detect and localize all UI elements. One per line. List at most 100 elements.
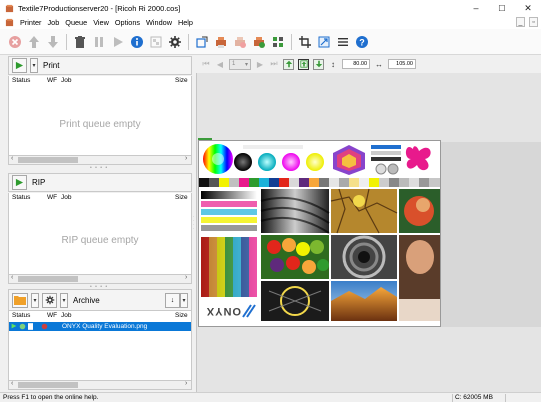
fit-to-page-icon[interactable] (283, 58, 294, 70)
chevron-down-icon[interactable]: ▾ (180, 292, 188, 308)
scroll-left-icon[interactable]: ‹ (11, 155, 13, 162)
width-field[interactable]: 105.00 (388, 59, 416, 69)
table-row[interactable]: ONYX Quality Evaluation.png (9, 322, 191, 331)
printer-icon[interactable] (214, 35, 228, 49)
pause-icon[interactable] (92, 35, 106, 49)
tile-icon[interactable] (149, 35, 163, 49)
height-field[interactable]: 80.00 (342, 59, 370, 69)
scroll-right-icon[interactable]: › (185, 274, 187, 281)
menu-job[interactable]: Job (45, 16, 63, 29)
rip-status-icon (19, 323, 26, 332)
archive-horizontal-scrollbar[interactable]: ‹ › (8, 380, 192, 390)
printer-cancel-icon[interactable] (233, 35, 247, 49)
info-icon[interactable] (130, 35, 144, 49)
sort-label: ↓ (170, 296, 175, 304)
menu-view[interactable]: View (90, 16, 112, 29)
menu-help[interactable]: Help (175, 16, 196, 29)
column-status[interactable]: Status (12, 194, 30, 201)
memory-indicator: C: 62005 MB (455, 394, 493, 401)
first-page-icon[interactable]: ⏮ (201, 59, 211, 69)
previous-page-icon[interactable]: ◀ (215, 59, 225, 69)
scrollbar-thumb[interactable] (18, 276, 78, 282)
next-page-icon[interactable]: ▶ (255, 59, 265, 69)
rip-start-button[interactable] (12, 175, 27, 190)
rip-queue-list[interactable]: RIP queue empty (8, 204, 192, 274)
column-job[interactable]: Job (61, 312, 71, 319)
delete-icon[interactable] (73, 35, 87, 49)
folder-icon[interactable] (12, 292, 28, 308)
page-select[interactable]: 1 ▾ (229, 58, 251, 70)
chevron-down-icon[interactable]: ▾ (30, 58, 38, 73)
print-queue-list[interactable]: Print queue empty (8, 87, 192, 155)
resize-icon[interactable] (317, 35, 331, 49)
mdi-restore-button[interactable]: ▫ (529, 17, 538, 27)
page-value: 1 (232, 61, 236, 67)
column-wf[interactable]: WF (47, 312, 57, 319)
rip-queue-empty-message: RIP queue empty (61, 235, 139, 246)
scroll-left-icon[interactable]: ‹ (11, 274, 13, 281)
vertical-splitter-grip[interactable]: · · · · (193, 215, 195, 235)
column-status[interactable]: Status (12, 77, 30, 84)
column-size[interactable]: Size (175, 194, 188, 201)
column-wf[interactable]: WF (47, 77, 57, 84)
menu-window[interactable]: Window (143, 16, 175, 29)
print-panel-title: Print (43, 61, 60, 70)
menu-options[interactable]: Options (112, 16, 143, 29)
print-panel-header: ▾ Print (8, 56, 192, 75)
crop-tool-icon[interactable] (298, 35, 312, 49)
column-status[interactable]: Status (12, 312, 30, 319)
column-job[interactable]: Job (61, 194, 71, 201)
scrollbar-thumb[interactable] (18, 382, 78, 388)
settings-icon[interactable] (168, 35, 182, 49)
cancel-icon[interactable] (8, 35, 22, 49)
job-preview-image[interactable]: ONYX (198, 140, 441, 327)
sort-icon[interactable]: ↓ (165, 292, 180, 308)
move-down-icon[interactable] (46, 35, 60, 49)
archive-panel-header: ▾ ▾ Archive ↓ ▾ (8, 289, 192, 311)
maximize-button[interactable]: ☐ (489, 0, 515, 16)
column-size[interactable]: Size (175, 77, 188, 84)
crop-icon[interactable] (195, 35, 209, 49)
column-job[interactable]: Job (61, 77, 71, 84)
print-start-button[interactable] (12, 58, 27, 73)
scroll-left-icon[interactable]: ‹ (11, 380, 13, 387)
column-size[interactable]: Size (175, 312, 188, 319)
archive-panel-title: Archive (73, 295, 100, 305)
test-chart-graphic: ONYX (199, 141, 440, 321)
svg-text:?: ? (359, 37, 365, 47)
preview-zoom-icon[interactable] (298, 58, 309, 70)
file-icon (28, 323, 33, 332)
archive-column-header: Status WF Job Size (8, 311, 192, 322)
column-wf[interactable]: WF (47, 194, 57, 201)
help-icon[interactable]: ? (355, 35, 369, 49)
chevron-down-icon[interactable]: ▾ (60, 292, 68, 308)
height-icon: ↕ (331, 59, 335, 69)
chevron-down-icon[interactable]: ▾ (31, 292, 39, 308)
move-up-icon[interactable] (27, 35, 41, 49)
pattern-icon[interactable] (271, 35, 285, 49)
rip-horizontal-scrollbar[interactable]: ‹ › (8, 274, 192, 284)
fit-width-icon[interactable] (313, 58, 324, 70)
rip-panel-title: RIP (32, 178, 46, 187)
menu-queue[interactable]: Queue (62, 16, 90, 29)
menu-printer[interactable]: Printer (17, 16, 45, 29)
rip-column-header: Status WF Job Size (8, 193, 192, 204)
chevron-down-icon: ▾ (244, 61, 248, 68)
scroll-right-icon[interactable]: › (185, 155, 187, 162)
print-horizontal-scrollbar[interactable]: ‹ › (8, 155, 192, 165)
close-button[interactable]: ✕ (515, 0, 541, 16)
scroll-right-icon[interactable]: › (185, 380, 187, 387)
title-bar: Textile7Productionserver20 - [Ricoh Ri 2… (0, 0, 541, 16)
mdi-minimize-button[interactable]: _ (516, 17, 525, 27)
scrollbar-thumb[interactable] (18, 157, 78, 163)
printer-settings-icon[interactable] (252, 35, 266, 49)
app-icon (5, 4, 14, 12)
list-icon[interactable] (336, 35, 350, 49)
toolbar-separator (291, 33, 292, 50)
archive-settings-icon[interactable] (42, 292, 57, 308)
splitter-grip[interactable]: • • • • (90, 165, 108, 171)
last-page-icon[interactable]: ⏭ (269, 59, 279, 69)
status-separator (505, 394, 506, 402)
minimize-button[interactable]: – (463, 0, 489, 16)
play-icon[interactable] (111, 35, 125, 49)
